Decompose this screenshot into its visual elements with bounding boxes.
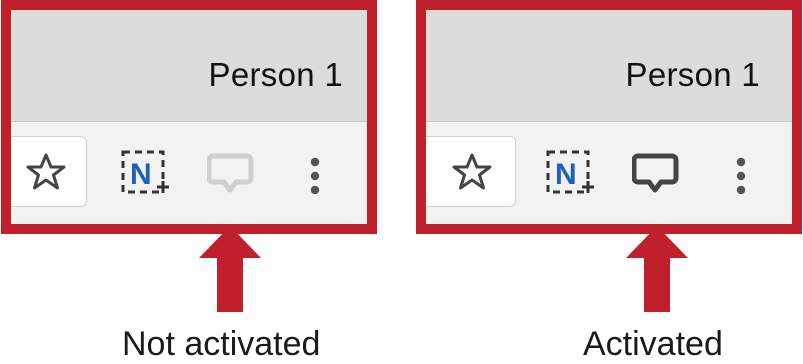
browser-titlebar: Person 1 — [426, 10, 792, 122]
address-bar[interactable] — [426, 136, 516, 207]
more-vertical-icon[interactable] — [735, 156, 747, 196]
browser-toolbar: N — [11, 122, 367, 224]
address-bar[interactable] — [11, 136, 87, 207]
star-icon[interactable] — [26, 152, 66, 192]
browser-toolbar: N — [426, 122, 792, 224]
svg-text:N: N — [555, 158, 577, 191]
profile-name-button[interactable]: Person 1 — [209, 56, 343, 94]
arrow-up-icon — [626, 226, 688, 317]
comment-icon[interactable] — [207, 152, 255, 196]
profile-name-button[interactable]: Person 1 — [626, 56, 760, 94]
caption-activated: Activated — [583, 325, 723, 363]
nimbus-capture-icon[interactable]: N — [545, 149, 595, 199]
comment-icon[interactable] — [632, 152, 680, 196]
screenshot-panel-activated: Person 1 N — [416, 0, 802, 234]
arrow-up-icon — [199, 226, 261, 317]
screenshot-panel-not-activated: Person 1 N — [1, 0, 377, 234]
nimbus-capture-icon[interactable]: N — [120, 149, 170, 199]
caption-not-activated: Not activated — [122, 325, 321, 363]
star-icon[interactable] — [452, 152, 492, 192]
browser-titlebar: Person 1 — [11, 10, 367, 122]
more-vertical-icon[interactable] — [309, 156, 321, 196]
svg-text:N: N — [130, 158, 152, 191]
